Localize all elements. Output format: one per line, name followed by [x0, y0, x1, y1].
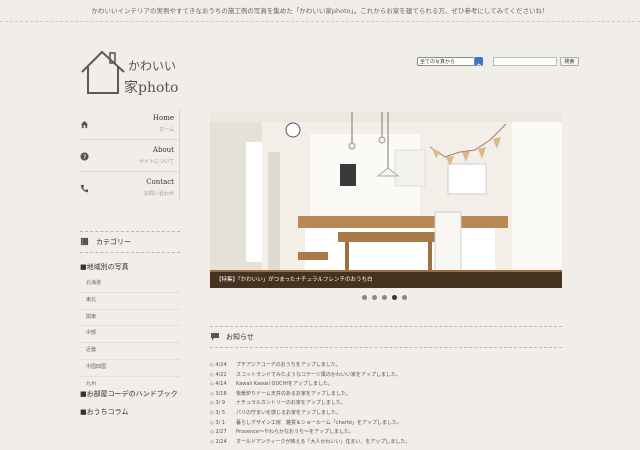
region-link[interactable]: 中部	[80, 326, 180, 344]
nav-about-sublabel: サイトについて	[139, 159, 174, 165]
news-heading: お知らせ	[210, 326, 562, 348]
nav-contact-label: Contact	[146, 178, 174, 186]
nav-contact-sublabel: お問い合わせ	[143, 191, 174, 197]
news-item[interactable]: ◇ 4/24 ブチアジアコーデのおうちをアップしました。	[210, 361, 562, 371]
news-item[interactable]: ◇ 4/14 Kawaii Kawaii OUCHIをアップしました。	[210, 380, 562, 390]
nav-home-sublabel: ホーム	[159, 127, 174, 133]
slider-dot[interactable]	[382, 295, 387, 300]
region-link[interactable]: 北海道	[80, 276, 180, 293]
home-icon	[80, 120, 89, 129]
news-heading-label: お知らせ	[226, 333, 254, 341]
nav-contact[interactable]: Contact お問い合わせ	[80, 172, 180, 203]
region-link[interactable]: 関東	[80, 310, 180, 327]
search-scope-select[interactable]: 全ての写真から	[417, 57, 475, 66]
kitchen-photo	[210, 112, 562, 288]
hero-caption[interactable]: 【特集】「かわいい」がつまったナチュラルフレンチのおうち白	[210, 272, 562, 288]
hero-slideshow[interactable]: 【特集】「かわいい」がつまったナチュラルフレンチのおうち白	[210, 112, 562, 288]
nav-about-label: About	[152, 146, 174, 154]
logo-main-text: 家photo	[124, 80, 179, 96]
house-logo-icon	[81, 50, 125, 94]
speech-bubble-icon	[211, 333, 219, 341]
slider-dot[interactable]	[402, 295, 407, 300]
slider-dot-active[interactable]	[392, 295, 397, 300]
region-link[interactable]: 中国四国	[80, 360, 180, 377]
regional-photos-heading[interactable]: ■地域別の写真	[80, 262, 129, 272]
book-icon	[80, 237, 89, 246]
site-intro-text: かわいいインテリアの実例やすてきなおうちの施工例の写真を集めた「かわいい家pho…	[0, 0, 640, 22]
question-icon: ?	[80, 152, 89, 161]
handbook-heading[interactable]: ■お部屋コーデのハンドブック	[80, 389, 178, 399]
nav-home[interactable]: Home ホーム	[80, 108, 180, 140]
phone-icon	[80, 184, 89, 193]
nav-home-label: Home	[152, 114, 174, 122]
logo-kana-text: かわいい	[128, 59, 177, 73]
svg-text:?: ?	[83, 154, 86, 161]
news-item[interactable]: ◇ 2/27 Provence～やわらかなおうち～をアップしました。	[210, 428, 562, 438]
slider-dot[interactable]	[362, 295, 367, 300]
news-item[interactable]: ◇ 4/22 スコットランドでみたようなコテージ風のかわいい家をアップしました。	[210, 371, 562, 381]
region-list: 北海道 東北 関東 中部 近畿 中国四国 九州	[80, 276, 180, 394]
news-item[interactable]: ◇ 3/ 1 暮らしデザイン工房 雑貨＆ショールーム「cherté」をアップしまし…	[210, 419, 562, 429]
search-button[interactable]: 検索	[560, 57, 579, 66]
nav-about[interactable]: ? About サイトについて	[80, 140, 180, 172]
column-heading[interactable]: ■おうちコラム	[80, 407, 128, 417]
news-list: ◇ 4/24 ブチアジアコーデのおうちをアップしました。 ◇ 4/22 スコットラン…	[210, 361, 562, 447]
news-item[interactable]: ◇ 3/ 5 パリの佇まいを感じるお家をアップしました。	[210, 409, 562, 419]
search-input[interactable]	[493, 57, 557, 66]
site-logo[interactable]: かわいい 家photo	[80, 48, 190, 98]
nav-divider	[179, 110, 180, 200]
news-item[interactable]: ◇ 3/ 9 ナチュラルカントリーのお家をアップしました。	[210, 399, 562, 409]
slider-dot[interactable]	[372, 295, 377, 300]
category-heading: カテゴリー	[80, 231, 180, 253]
select-arrow-icon[interactable]	[475, 57, 483, 72]
region-link[interactable]: 近畿	[80, 343, 180, 360]
news-item[interactable]: ◇ 2/24 オールドアンティークが映える「大人かわいい」住まい、をアップしました…	[210, 438, 562, 448]
category-heading-label: カテゴリー	[96, 238, 131, 246]
main-nav: Home ホーム ? About サイトについて Contact お問い合わせ	[80, 108, 180, 203]
news-item[interactable]: ◇ 3/18 後暖炉りドーム天井のあるお家をアップしました。	[210, 390, 562, 400]
region-link[interactable]: 東北	[80, 293, 180, 310]
